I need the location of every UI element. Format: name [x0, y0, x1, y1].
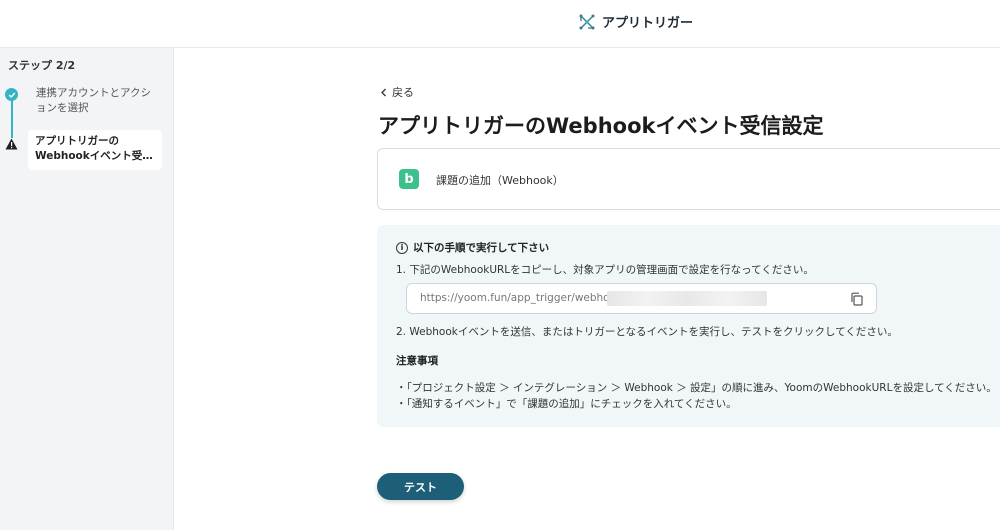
brand: アプリトリガー: [578, 12, 693, 31]
step-count: ステップ 2/2: [8, 59, 76, 72]
webhook-url-text: https://yoom.fun/app_trigger/webhooks: [420, 292, 628, 304]
info-icon: i: [396, 241, 408, 254]
instructions-box: i 以下の手順で実行して下さい 1. 下記のWebhookURLをコピーし、対象…: [377, 225, 1000, 427]
network-nodes-icon: [579, 14, 595, 29]
note-item: ・「通知するイベント」で「課題の追加」にチェックを入れてください。: [396, 398, 737, 410]
warning-icon: [5, 138, 18, 150]
notes-heading: 注意事項: [396, 355, 438, 367]
sidebar-step-2-line2: Webhookイベント受信...: [35, 150, 155, 162]
redacted-url-token: [607, 291, 767, 306]
sidebar-step-2[interactable]: アプリトリガーの Webhookイベント受信...: [28, 130, 162, 170]
sidebar-step-2-line1: アプリトリガーの: [35, 135, 119, 147]
chevron-left-icon: [381, 88, 386, 96]
back-label: 戻る: [392, 86, 414, 99]
instruction-step-1: 1. 下記のWebhookURLをコピーし、対象アプリの管理画面で設定を行なって…: [396, 264, 814, 276]
webhook-url-field[interactable]: https://yoom.fun/app_trigger/webhooks: [406, 283, 877, 314]
test-button[interactable]: テスト: [377, 473, 464, 500]
top-header: アプリトリガー: [0, 0, 1000, 48]
app-logo-icon: b: [399, 169, 419, 189]
note-item: ・「プロジェクト設定 ＞ インテグレーション ＞ Webhook ＞ 設定」の順…: [396, 382, 997, 394]
page-title: アプリトリガーのWebhookイベント受信設定: [378, 114, 824, 138]
trigger-label: 課題の追加（Webhook）: [436, 174, 564, 187]
brand-label: アプリトリガー: [602, 16, 694, 31]
sidebar: ステップ 2/2 連携アカウントとアクションを選択 アプリトリガーの Webho…: [0, 48, 174, 530]
sidebar-step-1[interactable]: 連携アカウントとアクションを選択: [36, 86, 161, 116]
instruction-step-2: 2. Webhookイベントを送信、またはトリガーとなるイベントを実行し、テスト…: [396, 326, 898, 338]
back-link[interactable]: 戻る: [380, 84, 414, 100]
instructions-heading-text: 以下の手順で実行して下さい: [413, 242, 550, 254]
instructions-heading: i 以下の手順で実行して下さい: [396, 240, 549, 255]
step-connector: [11, 100, 13, 138]
trigger-card: b 課題の追加（Webhook）: [377, 148, 1000, 210]
copy-icon[interactable]: [850, 292, 864, 306]
